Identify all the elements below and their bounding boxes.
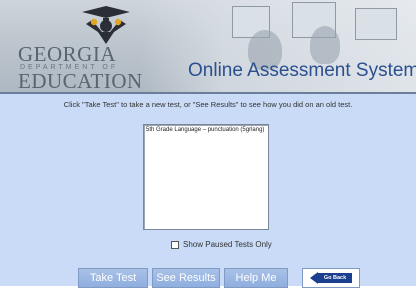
- arrow-head: [310, 272, 318, 284]
- go-back-label: Go Back: [318, 273, 352, 283]
- paused-tests-toggle[interactable]: Show Paused Tests Only: [171, 240, 272, 249]
- go-back-button[interactable]: Go Back: [302, 268, 360, 288]
- site-title: Online Assessment System: [188, 60, 416, 81]
- test-list[interactable]: 5th Grade Language – punctuation (5grlan…: [143, 124, 269, 230]
- student-silhouette: [310, 26, 340, 64]
- take-test-button[interactable]: Take Test: [78, 268, 148, 288]
- app-frame: GEORGIA DEPARTMENT OF EDUCATION Online A…: [0, 0, 416, 288]
- back-arrow-icon: Go Back: [310, 272, 352, 284]
- logo-education: EDUCATION: [18, 69, 143, 92]
- graduate-icon: [82, 6, 130, 44]
- header-banner: GEORGIA DEPARTMENT OF EDUCATION Online A…: [0, 0, 416, 92]
- georgia-doe-logo: GEORGIA DEPARTMENT OF EDUCATION: [18, 6, 142, 92]
- instruction-text: Click "Take Test" to take a new test, or…: [63, 100, 353, 109]
- paused-checkbox-label: Show Paused Tests Only: [183, 240, 272, 249]
- main-panel: Click "Take Test" to take a new test, or…: [0, 94, 416, 288]
- test-list-item[interactable]: 5th Grade Language – punctuation (5grlan…: [144, 125, 268, 135]
- button-bar: Take Test See Results Help Me Go Back: [0, 268, 416, 288]
- help-me-button[interactable]: Help Me: [224, 268, 288, 288]
- monitor-graphic: [355, 8, 397, 40]
- see-results-button[interactable]: See Results: [152, 268, 220, 288]
- paused-checkbox[interactable]: [171, 240, 179, 249]
